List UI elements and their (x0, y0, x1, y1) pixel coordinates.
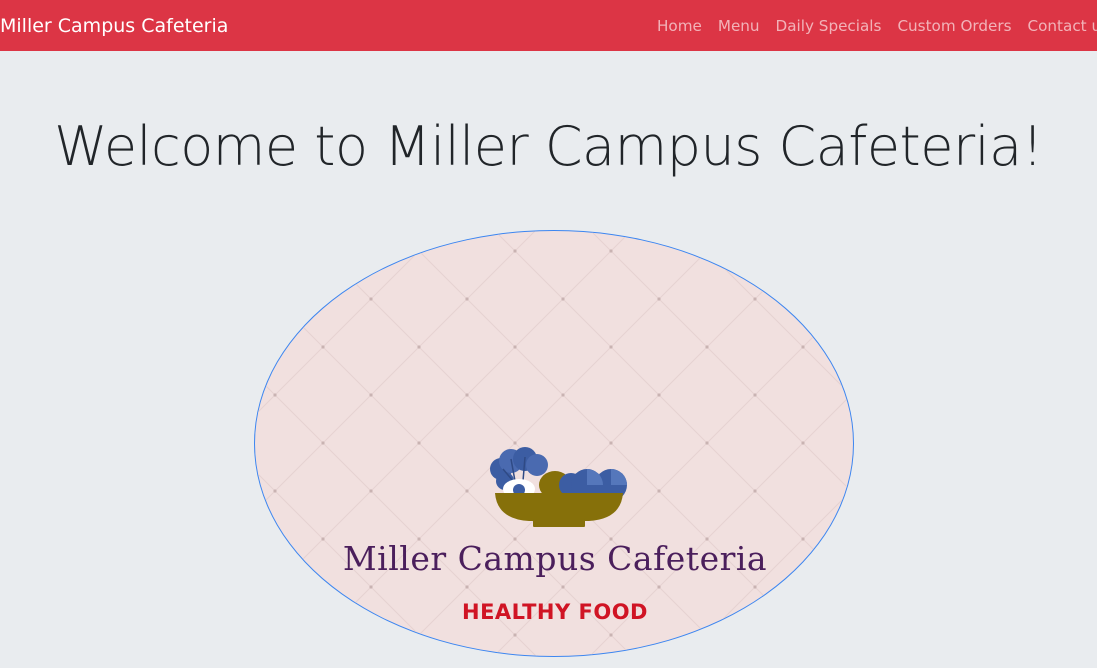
salad-bowl-icon (490, 447, 627, 527)
nav-link-menu[interactable]: Menu (718, 17, 760, 35)
navbar: Miller Campus Cafeteria Home Menu Daily … (0, 0, 1097, 51)
nav-link-home[interactable]: Home (657, 17, 702, 35)
page-title: Welcome to Miller Campus Cafeteria! (54, 115, 1043, 178)
logo-tagline: HEALTHY FOOD (462, 600, 648, 624)
nav-links: Home Menu Daily Specials Custom Orders C… (641, 17, 1097, 35)
nav-link-contact-us[interactable]: Contact us (1028, 17, 1097, 35)
logo-name: Miller Campus Cafeteria (342, 539, 768, 578)
nav-link-daily-specials[interactable]: Daily Specials (776, 17, 882, 35)
nav-link-custom-orders[interactable]: Custom Orders (897, 17, 1011, 35)
cafeteria-logo: Miller Campus Cafeteria HEALTHY FOOD (254, 230, 854, 657)
navbar-brand[interactable]: Miller Campus Cafeteria (0, 15, 228, 37)
